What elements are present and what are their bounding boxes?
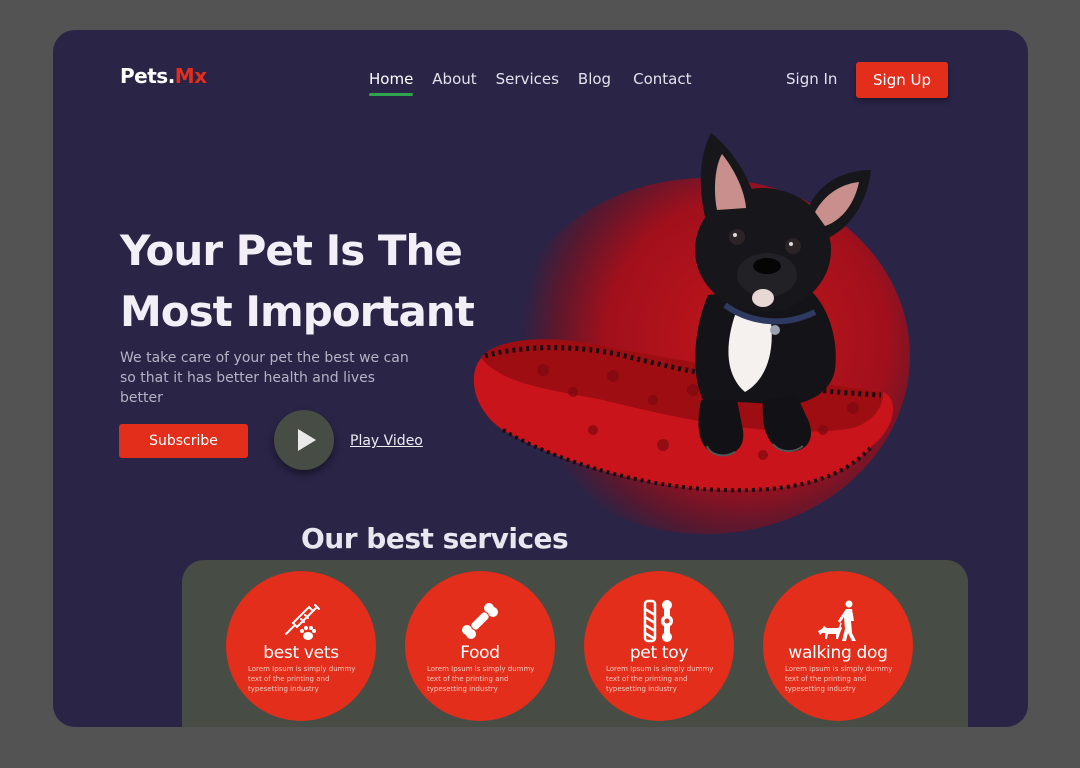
service-title: walking dog — [788, 643, 888, 663]
main-nav: Home About Services Blog Contact — [369, 70, 710, 96]
french-bulldog-image — [473, 133, 894, 493]
play-video-link[interactable]: Play Video — [350, 433, 423, 449]
chew-toy-icon — [643, 599, 673, 643]
hero-subtitle: We take care of your pet the best we can… — [120, 350, 409, 406]
service-card-food[interactable]: Food Lorem Ipsum is simply dummy text of… — [405, 571, 555, 721]
logo-main: Pets. — [120, 64, 175, 88]
service-title: pet toy — [629, 643, 689, 663]
nav-contact[interactable]: Contact — [633, 70, 691, 88]
bone-icon — [462, 603, 498, 639]
service-title: Food — [460, 643, 500, 663]
dog-walker-icon — [818, 600, 856, 641]
logo-accent: Mx — [174, 64, 207, 88]
signin-link[interactable]: Sign In — [786, 70, 837, 88]
services-panel: best vets Lorem Ipsum is simply dummy te… — [182, 560, 968, 727]
service-title: best vets — [263, 643, 339, 663]
nav-about[interactable]: About — [432, 70, 476, 88]
logo[interactable]: Pets.Mx — [120, 64, 207, 88]
service-description: Lorem Ipsum is simply dummy text of the … — [248, 665, 356, 693]
services-heading: Our best services — [301, 522, 569, 555]
service-description: Lorem Ipsum is simply dummy text of the … — [427, 665, 535, 693]
nav-services[interactable]: Services — [496, 70, 559, 88]
nav-blog[interactable]: Blog — [578, 70, 611, 88]
service-description: Lorem Ipsum is simply dummy text of the … — [606, 665, 714, 693]
syringe-paw-icon — [285, 604, 320, 640]
hero-title: Your Pet Is The Most Important — [120, 226, 475, 336]
service-description: Lorem Ipsum is simply dummy text of the … — [785, 665, 893, 693]
nav-home[interactable]: Home — [369, 70, 414, 96]
service-card-best-vets[interactable]: best vets Lorem Ipsum is simply dummy te… — [226, 571, 376, 721]
play-video-button[interactable] — [274, 410, 334, 470]
signup-button[interactable]: Sign Up — [856, 62, 948, 98]
service-card-walking-dog[interactable]: walking dog Lorem Ipsum is simply dummy … — [763, 571, 913, 721]
landing-page: Pets.Mx Home About Services Blog Contact… — [53, 30, 1028, 727]
subscribe-button[interactable]: Subscribe — [119, 424, 248, 458]
service-card-pet-toy[interactable]: pet toy Lorem Ipsum is simply dummy text… — [584, 571, 734, 721]
